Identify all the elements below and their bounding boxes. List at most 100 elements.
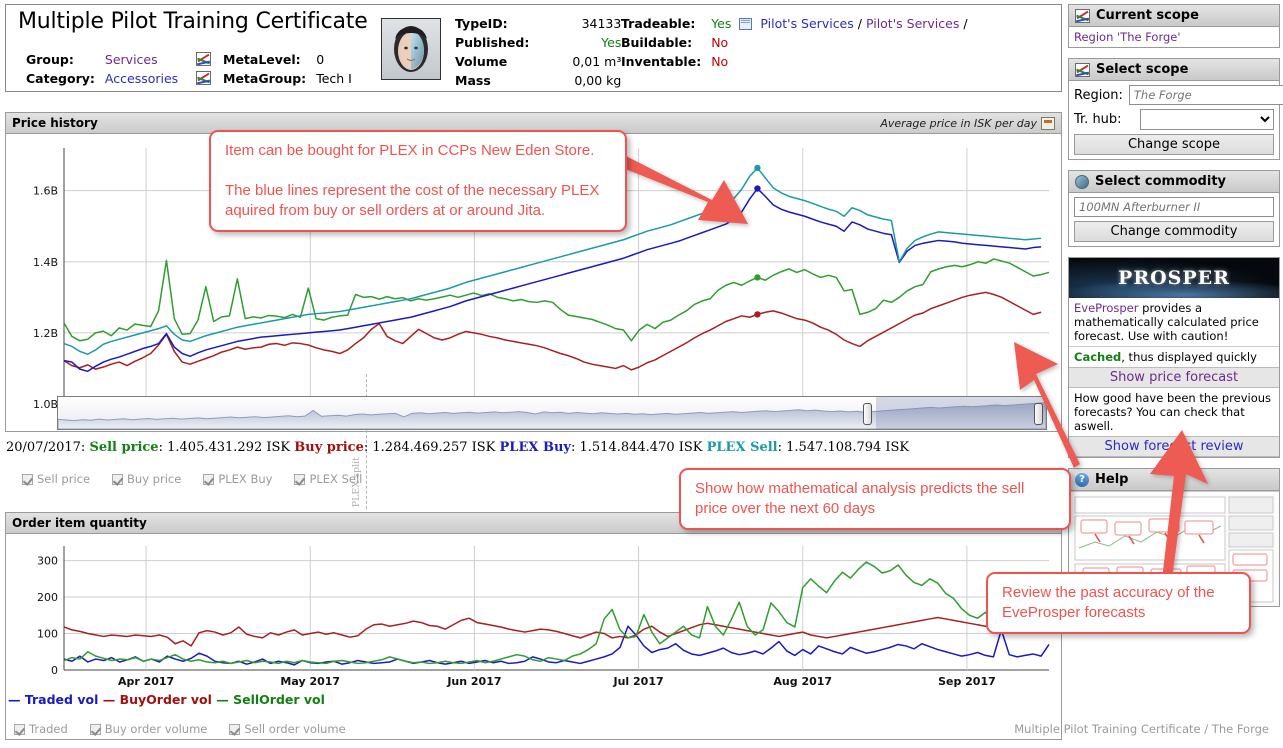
- table-icon[interactable]: [739, 18, 753, 30]
- checkbox-box[interactable]: [89, 723, 101, 735]
- volume-legend: — Traded vol — BuyOrder vol — SellOrder …: [8, 692, 325, 707]
- select-commodity-body: Change commodity: [1069, 193, 1279, 246]
- chart-icon: [1075, 8, 1090, 23]
- item-info-box: Multiple Pilot Training Certificate Grou…: [5, 4, 1062, 92]
- select-commodity-title: Select commodity: [1095, 174, 1227, 189]
- show-price-forecast-button[interactable]: Show price forecast: [1069, 367, 1279, 388]
- checkbox-plex-sell[interactable]: PLEX Sell: [294, 472, 362, 486]
- breadcrumb-link-2[interactable]: Pilot's Services: [866, 16, 959, 31]
- checkbox-box[interactable]: [14, 723, 25, 735]
- callout-forecast: Show how mathematical analysis predicts …: [679, 468, 1071, 530]
- readout-buy-label: Buy price: [294, 440, 364, 455]
- region-row: Region:: [1074, 85, 1283, 105]
- checkbox-box[interactable]: [229, 723, 241, 735]
- prosper-panel: PROSPER EveProsper provides a mathematic…: [1068, 257, 1280, 458]
- svg-text:Jun 2017: Jun 2017: [446, 675, 501, 688]
- group-chart-icon[interactable]: [196, 52, 212, 66]
- current-scope-title: Current scope: [1096, 8, 1199, 23]
- category-label: Category:: [26, 71, 95, 86]
- current-scope-header: Current scope: [1069, 5, 1279, 27]
- readout-date: 20/07/2017:: [6, 440, 86, 455]
- checkbox-label: Buy order volume: [104, 722, 208, 736]
- checkbox-sell-order-volume[interactable]: Sell order volume: [229, 722, 346, 736]
- trade-hub-select[interactable]: [1140, 109, 1274, 130]
- volume-label: Volume: [455, 54, 508, 69]
- checkbox-box[interactable]: [22, 473, 33, 485]
- checkbox-label: PLEX Sell: [309, 472, 363, 486]
- breadcrumb-sep-1: /: [857, 16, 862, 31]
- volume-chart-svg: 0 100 200 300 Apr 2017 May 2017 Jun 2017 Jul 20…: [37, 546, 1050, 688]
- select-scope-body: Region: Tr. hub: Change scope: [1069, 81, 1283, 159]
- checkbox-traded[interactable]: Traded: [14, 722, 68, 736]
- group-value-link[interactable]: Services: [105, 52, 158, 67]
- svg-text:200: 200: [37, 591, 58, 604]
- readout-plexbuy-value: 1.514.844.470 ISK: [579, 440, 703, 455]
- svg-text:May 2017: May 2017: [280, 675, 340, 688]
- legend-buyorder-label: BuyOrder vol: [119, 692, 212, 707]
- tradeable-label: Tradeable:: [621, 16, 696, 31]
- checkbox-box[interactable]: [294, 473, 306, 485]
- order-quantity-title: Order item quantity: [12, 516, 147, 530]
- item-portrait: [381, 18, 441, 80]
- checkbox-box[interactable]: [112, 473, 124, 485]
- callout-review: Review the past accuracy of the EveProsp…: [986, 572, 1251, 634]
- svg-text:1.4B: 1.4B: [33, 256, 58, 269]
- prosper-brand: EveProsper: [1074, 301, 1139, 315]
- range-handle-left[interactable]: [863, 403, 872, 425]
- legend-sellorder: — SellOrder vol: [216, 692, 325, 707]
- item-meta-table: MetaLevel: 0 MetaGroup: Tech I: [221, 49, 354, 89]
- callout-plex: Item can be bought for PLEX in CCPs New …: [209, 130, 627, 232]
- published-value: Yes: [601, 35, 622, 50]
- change-scope-button[interactable]: Change scope: [1074, 134, 1274, 155]
- legend-traded: — Traded vol: [8, 692, 99, 707]
- checkbox-buy-order-volume[interactable]: Buy order volume: [89, 722, 208, 736]
- hub-label: Tr. hub:: [1074, 112, 1122, 127]
- svg-text:Aug 2017: Aug 2017: [773, 675, 832, 688]
- readout-plexbuy-label: PLEX Buy: [499, 440, 571, 455]
- sep1: :: [158, 440, 163, 455]
- print-chart-icon[interactable]: [1041, 116, 1055, 130]
- prosper-description: EveProsper provides a mathematically cal…: [1069, 298, 1279, 346]
- readout-buy-value: 1.284.469.257 ISK: [372, 440, 496, 455]
- current-scope-panel: Current scope Region 'The Forge': [1068, 4, 1280, 48]
- range-selector[interactable]: [57, 396, 1047, 430]
- help-title: Help: [1095, 472, 1129, 487]
- page-title: Multiple Pilot Training Certificate: [18, 9, 368, 34]
- category-value-link[interactable]: Accessories: [105, 71, 178, 86]
- breadcrumb-link-1[interactable]: Pilot's Services: [760, 16, 853, 31]
- checkbox-label: Buy price: [127, 472, 182, 486]
- prosper-banner-text: PROSPER: [1118, 267, 1230, 289]
- checkbox-label: Sell price: [37, 472, 91, 486]
- checkbox-label: Traded: [29, 722, 68, 736]
- legend-traded-label: Traded vol: [24, 692, 99, 707]
- checkbox-plex-buy[interactable]: PLEX Buy: [203, 472, 272, 486]
- checkbox-buy-price[interactable]: Buy price: [112, 472, 181, 486]
- footer-note: Multiple Pilot Training Certificate / Th…: [1014, 722, 1269, 736]
- checkbox-box[interactable]: [203, 473, 215, 485]
- commodity-input[interactable]: [1074, 197, 1274, 217]
- inventable-label: Inventable:: [621, 54, 702, 69]
- region-input[interactable]: [1128, 85, 1283, 105]
- order-quantity-plot[interactable]: 0 100 200 300 Apr 2017 May 2017 Jun 2017 Jul 20…: [6, 534, 1061, 694]
- question-mark-icon: ?: [1075, 472, 1089, 487]
- checkbox-label: PLEX Buy: [218, 472, 273, 486]
- readout-plexsell-value: 1.547.108.794 ISK: [786, 440, 910, 455]
- svg-text:1.2B: 1.2B: [33, 327, 58, 340]
- svg-text:100: 100: [37, 628, 58, 641]
- region-label: Region:: [1074, 87, 1123, 103]
- metagroup-value: Tech I: [316, 71, 352, 86]
- price-history-subtitle-wrap: Average price in ISK per day: [880, 116, 1055, 130]
- sep3: :: [570, 440, 576, 455]
- svg-text:1.6B: 1.6B: [33, 185, 58, 198]
- readout-plexsell-label: PLEX Sell: [706, 440, 778, 455]
- change-commodity-button[interactable]: Change commodity: [1074, 221, 1274, 242]
- group-label: Group:: [26, 52, 74, 67]
- prosper-banner: PROSPER: [1069, 258, 1279, 298]
- globe-icon: [1075, 174, 1089, 189]
- volume-value: 0,01 m³: [572, 54, 622, 69]
- cached-rest: , thus displayed quickly: [1121, 350, 1257, 364]
- category-chart-icon[interactable]: [196, 71, 212, 85]
- select-commodity-panel: Select commodity Change commodity: [1068, 170, 1280, 247]
- checkbox-sell-price[interactable]: Sell price: [22, 472, 90, 486]
- price-readout: 20/07/2017: Sell price: 1.405.431.292 IS…: [6, 440, 909, 455]
